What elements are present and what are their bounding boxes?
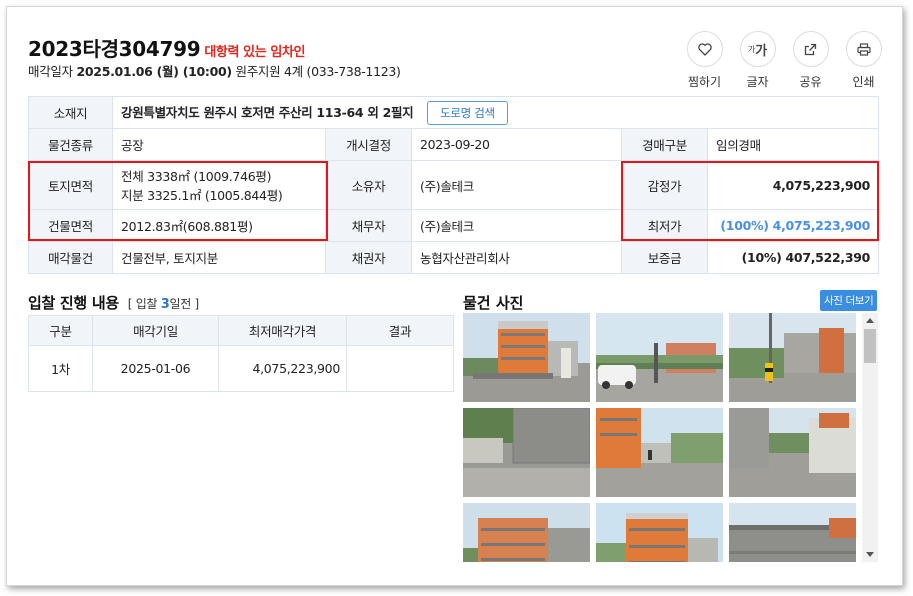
property-photo[interactable] bbox=[596, 503, 723, 562]
sale-date: 2025.01.06 (월) (10:00) bbox=[76, 64, 233, 79]
gallery-scrollbar[interactable] bbox=[862, 313, 878, 562]
text-size-icon-large: 가 bbox=[755, 43, 768, 59]
bid-round: 1차 bbox=[28, 345, 93, 392]
type-label: 물건종류 bbox=[28, 128, 113, 161]
bid-title-text: 입찰 진행 내용 bbox=[28, 294, 119, 312]
bid-countdown: [ 입찰 3일전 ] bbox=[127, 297, 199, 312]
road-search-button[interactable]: 도로명 검색 bbox=[427, 100, 508, 125]
address-cell: 강원특별자치도 원주시 호저면 주산리 113-64 외 2필지 도로명 검색 bbox=[111, 96, 880, 129]
text-size-icon-small: 가 bbox=[747, 44, 756, 54]
property-photo[interactable] bbox=[463, 503, 590, 562]
owner-label: 소유자 bbox=[325, 160, 412, 210]
property-photo[interactable] bbox=[596, 313, 723, 402]
bid-countdown-suffix: 일전 ] bbox=[169, 297, 199, 311]
property-photo[interactable] bbox=[596, 408, 723, 497]
creditor-label: 채권자 bbox=[325, 241, 412, 274]
start-label: 개시결정 bbox=[325, 128, 412, 161]
scroll-down-icon[interactable] bbox=[866, 552, 874, 557]
table-row: 1차 2025-01-06 4,075,223,900 bbox=[28, 345, 454, 392]
deposit-label: 보증금 bbox=[621, 241, 708, 274]
tenant-badge: 대항력 있는 임차인 bbox=[204, 45, 306, 60]
address-value: 강원특별자치도 원주시 호저면 주산리 113-64 외 2필지 bbox=[121, 104, 414, 120]
scroll-thumb[interactable] bbox=[864, 329, 876, 363]
print-button[interactable]: 인쇄 bbox=[837, 31, 890, 90]
area-highlight-box bbox=[28, 161, 328, 241]
bid-price: 4,075,223,900 bbox=[218, 345, 347, 392]
print-icon bbox=[845, 31, 882, 67]
action-bar: 찜하기 가가 글자 공유 인쇄 bbox=[678, 31, 890, 90]
share-button[interactable]: 공유 bbox=[784, 31, 837, 90]
auction-type-value: 임의경매 bbox=[706, 128, 880, 161]
sale-date-label: 매각일자 bbox=[28, 64, 73, 79]
property-photo[interactable] bbox=[729, 313, 856, 402]
bid-result bbox=[346, 345, 454, 392]
heart-icon bbox=[686, 31, 723, 67]
text-size-label: 글자 bbox=[746, 75, 769, 89]
text-size-button[interactable]: 가가 글자 bbox=[731, 31, 784, 90]
type-value: 공장 bbox=[112, 128, 326, 161]
sale-object-label: 매각물건 bbox=[28, 241, 113, 274]
bid-countdown-prefix: [ 입찰 bbox=[127, 297, 161, 311]
creditor-value: 농협자산관리회사 bbox=[411, 241, 622, 274]
more-photos-button[interactable]: 사진 더보기 bbox=[820, 290, 878, 311]
favorite-label: 찜하기 bbox=[687, 75, 722, 89]
photo-gallery bbox=[463, 313, 878, 562]
property-photo[interactable] bbox=[463, 408, 590, 497]
case-number: 2023타경304799 bbox=[28, 37, 201, 61]
photo-section-title: 물건 사진 bbox=[463, 294, 524, 312]
sale-info: 매각일자 2025.01.06 (월) (10:00) 원주지원 4계 (033… bbox=[28, 61, 401, 80]
price-highlight-box bbox=[621, 161, 879, 241]
bid-section-title: 입찰 진행 내용 [ 입찰 3일전 ] bbox=[28, 292, 199, 313]
text-size-icon: 가가 bbox=[739, 31, 776, 67]
bid-table: 구분 매각기일 최저매각가격 결과 1차 2025-01-06 4,075,22… bbox=[28, 315, 454, 392]
auction-type-label: 경매구분 bbox=[621, 128, 708, 161]
bid-date: 2025-01-06 bbox=[92, 345, 219, 392]
bid-col-price: 최저매각가격 bbox=[218, 315, 347, 346]
sale-object-value: 건물전부, 토지지분 bbox=[112, 241, 326, 274]
scroll-up-icon[interactable] bbox=[866, 318, 874, 323]
favorite-button[interactable]: 찜하기 bbox=[678, 31, 731, 90]
property-photo[interactable] bbox=[729, 503, 856, 562]
bid-col-date: 매각기일 bbox=[92, 315, 219, 346]
bid-col-result: 결과 bbox=[346, 315, 454, 346]
court-info: 원주지원 4계 (033-738-1123) bbox=[235, 64, 401, 79]
case-title: 2023타경304799 대항력 있는 임차인 bbox=[28, 33, 306, 62]
owner-value: (주)솔테크 bbox=[411, 160, 622, 210]
debtor-label: 채무자 bbox=[325, 209, 412, 242]
bid-col-round: 구분 bbox=[28, 315, 93, 346]
deposit-value: (10%) 407,522,390 bbox=[706, 241, 880, 274]
address-label: 소재지 bbox=[28, 96, 113, 129]
debtor-value: (주)솔테크 bbox=[411, 209, 622, 242]
property-photo[interactable] bbox=[463, 313, 590, 402]
share-label: 공유 bbox=[799, 75, 822, 89]
start-value: 2023-09-20 bbox=[411, 128, 622, 161]
property-photo[interactable] bbox=[729, 408, 856, 497]
print-label: 인쇄 bbox=[852, 75, 875, 89]
share-icon bbox=[792, 31, 829, 67]
